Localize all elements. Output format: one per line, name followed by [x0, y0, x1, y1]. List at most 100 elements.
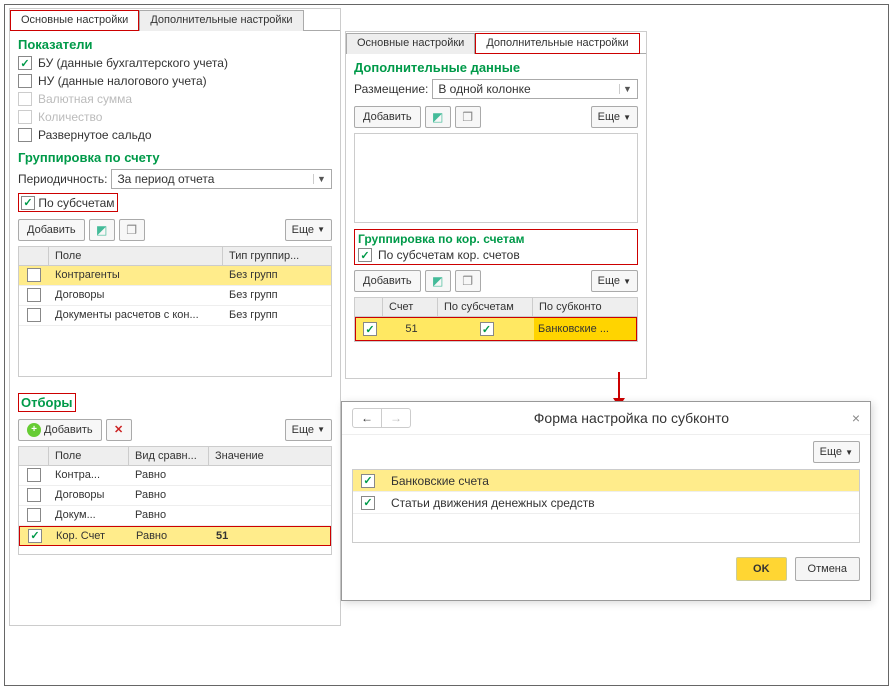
- chk-kor-subaccounts[interactable]: [358, 248, 372, 262]
- more-button-group[interactable]: Еще ▼: [285, 219, 332, 241]
- cell: [209, 493, 331, 497]
- filters-title: Отборы: [10, 387, 340, 414]
- kor-group-title: Группировка по кор. счетам: [358, 232, 634, 246]
- filters-table: Поле Вид сравн... Значение Контра... Рав…: [18, 446, 332, 555]
- chk-qty: [18, 110, 32, 124]
- period-select[interactable]: За период отчета ▼: [111, 169, 332, 189]
- add-button-filter[interactable]: + Добавить: [18, 419, 102, 441]
- chk-val-label: Валютная сумма: [38, 92, 132, 106]
- cell-type: Без групп: [223, 307, 331, 323]
- tab-extra-left[interactable]: Дополнительные настройки: [139, 10, 303, 31]
- copy-settings-icon[interactable]: ◩: [425, 270, 451, 292]
- more-button-popup[interactable]: Еще ▼: [813, 441, 860, 463]
- row-check[interactable]: [27, 508, 41, 522]
- col-filter-field: Поле: [49, 447, 129, 465]
- cell: Равно: [129, 487, 209, 503]
- row-check[interactable]: [27, 308, 41, 322]
- table-row[interactable]: Договоры Равно: [19, 486, 331, 506]
- tab-main-right[interactable]: Основные настройки: [346, 33, 475, 54]
- cancel-button[interactable]: Отмена: [795, 557, 860, 581]
- cell-field: Договоры: [49, 287, 223, 303]
- row-check[interactable]: [27, 288, 41, 302]
- more-button-kor[interactable]: Еще ▼: [591, 270, 638, 292]
- chevron-down-icon: ▼: [619, 84, 635, 94]
- cell-subkonto[interactable]: Банковские ...: [534, 318, 636, 340]
- grouping-table: Поле Тип группир... Контрагенты Без груп…: [18, 246, 332, 377]
- period-value: За период отчета: [117, 172, 214, 186]
- delete-filter-button[interactable]: ✕: [106, 419, 132, 441]
- col-filter-cmp: Вид сравн...: [129, 447, 209, 465]
- table-row[interactable]: 51 Банковские ...: [355, 317, 637, 341]
- cell-acc-51: 51: [384, 321, 439, 337]
- col-field: Поле: [49, 247, 223, 265]
- chk-nu[interactable]: [18, 74, 32, 88]
- cell-type: Без групп: [223, 287, 331, 303]
- paste-settings-icon[interactable]: ❐: [119, 219, 145, 241]
- row-check[interactable]: [27, 468, 41, 482]
- col-type: Тип группир...: [223, 247, 331, 265]
- copy-settings-icon[interactable]: ◩: [425, 106, 451, 128]
- table-row[interactable]: Контра... Равно: [19, 466, 331, 486]
- col-subk: По субконто: [533, 298, 637, 316]
- ok-button[interactable]: OK: [736, 557, 787, 581]
- main-settings-panel: Основные настройки Дополнительные настро…: [9, 8, 341, 626]
- chk-val: [18, 92, 32, 106]
- forward-arrow-icon: →: [382, 409, 410, 427]
- tab-main-left[interactable]: Основные настройки: [10, 10, 139, 31]
- tab-extra-right[interactable]: Дополнительные настройки: [475, 33, 639, 54]
- back-arrow-icon[interactable]: ←: [353, 409, 382, 427]
- cell-type: Без групп: [223, 267, 331, 283]
- table-row[interactable]: Докум... Равно: [19, 506, 331, 526]
- row-check[interactable]: [363, 322, 377, 336]
- delete-icon: ✕: [114, 423, 123, 436]
- placement-select[interactable]: В одной колонке ▼: [432, 79, 638, 99]
- item-label: Банковские счета: [383, 474, 497, 488]
- list-item[interactable]: Банковские счета: [353, 470, 859, 492]
- close-icon[interactable]: ×: [852, 410, 860, 426]
- chk-nu-label: НУ (данные налогового учета): [38, 74, 207, 88]
- table-row[interactable]: Контрагенты Без групп: [19, 266, 331, 286]
- more-button-filter[interactable]: Еще ▼: [285, 419, 332, 441]
- row-check[interactable]: [27, 488, 41, 502]
- extra-data-list[interactable]: [354, 133, 638, 223]
- row-check[interactable]: [27, 268, 41, 282]
- row-check[interactable]: [361, 496, 375, 510]
- row-check[interactable]: [28, 529, 42, 543]
- add-button-kor[interactable]: Добавить: [354, 270, 421, 292]
- placement-label: Размещение:: [354, 82, 428, 96]
- cell-field: Контрагенты: [49, 267, 223, 283]
- cell: Докум...: [49, 507, 129, 523]
- kor-table: Счет По субсчетам По субконто 51 Банковс…: [354, 297, 638, 342]
- chk-rev[interactable]: [18, 128, 32, 142]
- paste-settings-icon[interactable]: ❐: [455, 106, 481, 128]
- placement-value: В одной колонке: [438, 82, 530, 96]
- add-button-group[interactable]: Добавить: [18, 219, 85, 241]
- table-row[interactable]: Договоры Без групп: [19, 286, 331, 306]
- table-row[interactable]: Документы расчетов с кон... Без групп: [19, 306, 331, 326]
- more-button-extra[interactable]: Еще ▼: [591, 106, 638, 128]
- left-tabs: Основные настройки Дополнительные настро…: [10, 9, 340, 31]
- nav-arrows[interactable]: ← →: [352, 408, 411, 428]
- cell: Равно: [130, 528, 210, 544]
- chk-qty-label: Количество: [38, 110, 102, 124]
- copy-settings-icon[interactable]: ◩: [89, 219, 115, 241]
- chk-bu[interactable]: [18, 56, 32, 70]
- list-item[interactable]: Статьи движения денежных средств: [353, 492, 859, 514]
- cell-field: Документы расчетов с кон...: [49, 307, 223, 323]
- plus-icon: +: [27, 423, 41, 437]
- row-check[interactable]: [361, 474, 375, 488]
- cell: Договоры: [49, 487, 129, 503]
- chk-subaccounts-label: По субсчетам: [38, 196, 114, 210]
- cell-sub-check[interactable]: [480, 322, 494, 336]
- col-sub: По субсчетам: [438, 298, 533, 316]
- subkonto-popup: ← → Форма настройка по субконто × Еще ▼ …: [341, 401, 871, 601]
- paste-settings-icon[interactable]: ❐: [455, 270, 481, 292]
- cell: Кор. Счет: [50, 528, 130, 544]
- cell: [209, 473, 331, 477]
- col-acc: Счет: [383, 298, 438, 316]
- add-button-extra[interactable]: Добавить: [354, 106, 421, 128]
- chk-subaccounts[interactable]: [21, 196, 35, 210]
- extra-data-title: Дополнительные данные: [346, 54, 646, 77]
- table-row[interactable]: Кор. Счет Равно 51: [19, 526, 331, 546]
- col-filter-val: Значение: [209, 447, 331, 465]
